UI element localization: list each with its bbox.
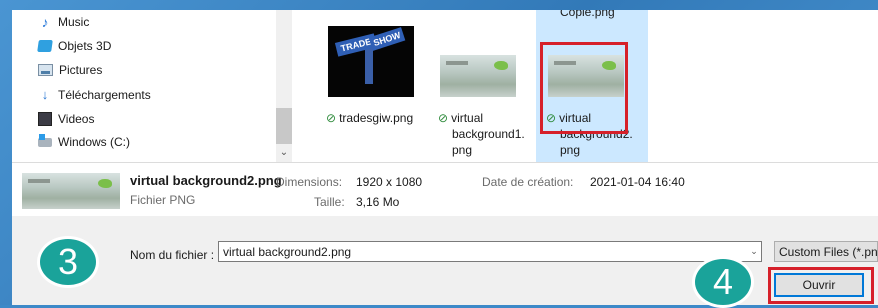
sync-check-icon: ⊘ — [438, 111, 449, 125]
chevron-down-icon[interactable]: ⌄ — [748, 243, 760, 259]
videos-icon — [38, 112, 52, 126]
sign-show: SHOW — [368, 27, 406, 51]
step-3-badge: 3 — [37, 236, 99, 288]
pictures-icon — [38, 64, 53, 76]
size-value: 3,16 Mo — [356, 195, 400, 209]
drive-icon — [38, 133, 52, 147]
dimensions-label: Dimensions: — [276, 175, 343, 189]
file-item-virtual-background1[interactable]: ⊘ virtual background1. png — [428, 10, 528, 162]
file-name: ⊘ virtual background1. png — [438, 111, 525, 157]
dimensions-value: 1920 x 1080 — [356, 175, 423, 189]
navigation-pane: ♪ Music Objets 3D Pictures ↓ Téléchargem… — [12, 10, 292, 162]
file-list: Copie.png TRADE SHOW ⊘ tradesgiw.png ⊘ vir… — [292, 10, 878, 162]
nav-item-music[interactable]: ♪ Music — [38, 12, 90, 32]
file-name: ⊘ tradesgiw.png — [326, 111, 414, 125]
nav-item-label: Music — [58, 15, 90, 29]
file-thumbnail: TRADE SHOW — [328, 26, 414, 97]
size-label: Taille: — [314, 195, 345, 209]
date-created-value: 2021-01-04 16:40 — [590, 175, 685, 189]
objects-3d-icon — [37, 40, 53, 52]
scroll-down-arrow-icon[interactable]: ⌄ — [278, 147, 290, 159]
file-item-tradesgiw[interactable]: TRADE SHOW ⊘ tradesgiw.png — [316, 10, 416, 162]
details-file-name: virtual background2.png — [130, 173, 282, 188]
file-type-select[interactable]: Custom Files (*.png — [774, 241, 878, 262]
file-item-virtual-background2[interactable]: ⊘ virtual background2. png — [536, 10, 648, 162]
nav-item-label: Pictures — [59, 63, 103, 77]
nav-item-objets-3d[interactable]: Objets 3D — [37, 36, 112, 56]
nav-item-label: Téléchargements — [58, 88, 151, 102]
nav-item-label: Videos — [58, 112, 95, 126]
nav-item-videos[interactable]: Videos — [38, 109, 94, 129]
nav-item-pictures[interactable]: Pictures — [38, 60, 102, 80]
downloads-icon: ↓ — [41, 87, 49, 102]
sync-check-icon: ⊘ — [326, 111, 337, 125]
details-pane: virtual background2.png Fichier PNG Dime… — [12, 162, 878, 217]
open-button-highlight — [768, 267, 874, 304]
filename-label: Nom du fichier : — [130, 248, 215, 262]
details-file-type: Fichier PNG — [130, 193, 196, 207]
nav-item-label: Windows (C:) — [58, 135, 131, 149]
nav-item-downloads[interactable]: ↓ Téléchargements — [38, 85, 151, 105]
highlight-box — [540, 42, 628, 134]
date-created-label: Date de création: — [482, 175, 574, 189]
step-4-badge: 4 — [692, 256, 754, 308]
file-thumbnail — [440, 55, 516, 97]
nav-item-label: Objets 3D — [58, 39, 112, 53]
nav-scrollbar-thumb[interactable] — [276, 108, 292, 144]
file-open-dialog: ♪ Music Objets 3D Pictures ↓ Téléchargem… — [12, 10, 878, 305]
preview-thumbnail — [22, 173, 120, 209]
music-icon: ♪ — [41, 14, 49, 30]
filename-input[interactable]: virtual background2.png — [218, 241, 762, 262]
nav-item-windows-c[interactable]: Windows (C:) — [38, 132, 130, 152]
